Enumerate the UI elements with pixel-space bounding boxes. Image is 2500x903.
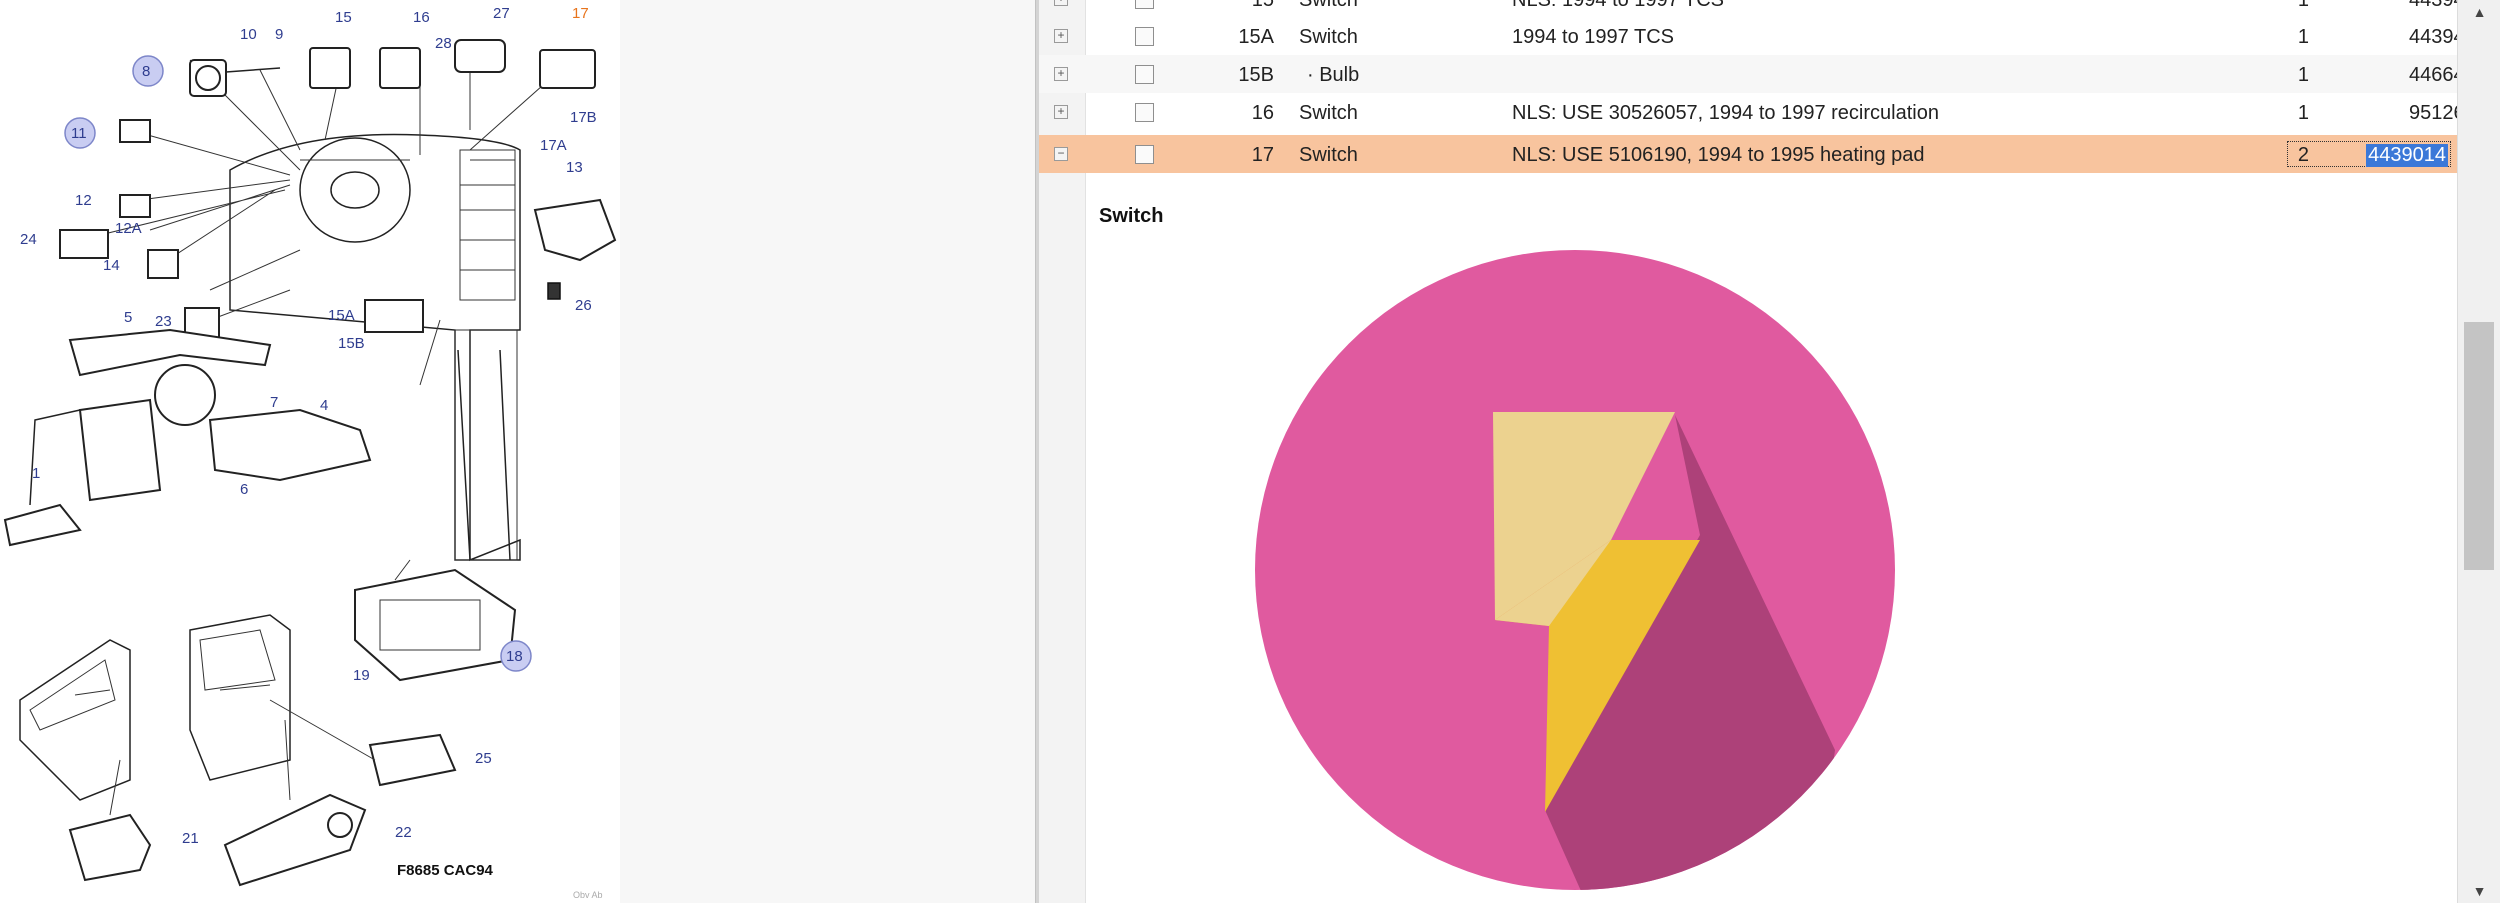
svg-text:25: 25	[475, 750, 492, 767]
svg-text:8: 8	[142, 63, 150, 80]
row-ref: 15A	[1238, 26, 1274, 48]
row-desc: Switch	[1299, 26, 1358, 48]
svg-text:28: 28	[435, 35, 452, 52]
parts-list-panel: + 15 Switch NLS: 1994 to 1997 TCS 1 4439…	[1039, 0, 2457, 903]
part-no-text[interactable]: 4439014	[2366, 144, 2448, 167]
row-part-no[interactable]: 9512690	[2409, 102, 2457, 125]
svg-text:17B: 17B	[570, 109, 597, 126]
table-row[interactable]: + 15A Switch 1994 to 1997 TCS 1 4439477	[1039, 17, 2457, 55]
expand-icon[interactable]: +	[1054, 105, 1068, 119]
vertical-scrollbar[interactable]: ▲ ▼	[2457, 0, 2500, 903]
svg-text:24: 24	[20, 231, 37, 248]
row-checkbox[interactable]	[1135, 0, 1154, 9]
row-qty: 1	[2297, 26, 2309, 48]
steering-wheel-outline	[299, 137, 411, 243]
row-note: 1994 to 1997 TCS	[1512, 26, 1674, 48]
svg-text:10: 10	[240, 26, 257, 43]
svg-text:1: 1	[32, 465, 40, 482]
expand-icon[interactable]: +	[1054, 29, 1068, 43]
exploded-diagram[interactable]: 10 9 15 16 28 27 17 8 17B 17A 13 11 12 1…	[0, 0, 620, 903]
row-part-no[interactable]: 4466439	[2409, 64, 2457, 87]
svg-text:5: 5	[124, 309, 132, 326]
expand-icon[interactable]: +	[1054, 0, 1068, 6]
row-desc: · Bulb	[1307, 64, 1360, 86]
svg-text:15: 15	[335, 9, 352, 26]
row-checkbox[interactable]	[1135, 27, 1154, 46]
row-desc: Switch	[1299, 102, 1358, 124]
detail-title: Switch	[1099, 205, 1164, 227]
row-checkbox[interactable]	[1135, 103, 1154, 122]
svg-text:4: 4	[320, 397, 328, 414]
svg-text:11: 11	[71, 125, 87, 142]
row-part-no-selected[interactable]: 4439014	[2287, 141, 2451, 167]
scroll-up-icon[interactable]: ▲	[2458, 0, 2500, 24]
row-ref: 15	[1251, 0, 1274, 11]
row-part-no[interactable]: 4439485	[2409, 0, 2457, 12]
expand-icon[interactable]: +	[1054, 67, 1068, 81]
row-note: NLS: USE 30526057, 1994 to 1997 recircul…	[1512, 102, 1939, 124]
scroll-down-icon[interactable]: ▼	[2458, 879, 2500, 903]
diagram-code: F8685 CAC94	[397, 862, 494, 879]
svg-text:9: 9	[275, 26, 283, 43]
svg-text:21: 21	[182, 830, 199, 847]
svg-text:7: 7	[270, 394, 278, 411]
diagram-mark: Obv Ab	[573, 890, 603, 900]
svg-text:13: 13	[566, 159, 583, 176]
row-ref: 16	[1251, 102, 1274, 124]
row-qty: 1	[2297, 0, 2309, 11]
diagram-drawing: 10 9 15 16 28 27 17 8 17B 17A 13 11 12 1…	[3, 5, 617, 900]
table-row-selected[interactable]: − 17 Switch NLS: USE 5106190, 1994 to 19…	[1039, 135, 2457, 173]
row-qty: 1	[2297, 64, 2309, 86]
svg-text:6: 6	[240, 481, 248, 498]
dashboard-outline	[229, 133, 521, 562]
svg-text:26: 26	[575, 297, 592, 314]
svg-text:17A: 17A	[540, 137, 567, 154]
lightning-bolt-icon	[1255, 250, 1895, 890]
svg-text:18: 18	[506, 648, 523, 665]
row-ref: 15B	[1238, 64, 1274, 86]
table-row[interactable]: + 16 Switch NLS: USE 30526057, 1994 to 1…	[1039, 93, 2457, 131]
row-qty: 1	[2297, 102, 2309, 124]
svg-text:16: 16	[413, 9, 430, 26]
table-row[interactable]: + 15B · Bulb 1 4466439	[1039, 55, 2457, 93]
svg-text:27: 27	[493, 5, 510, 22]
collapse-icon[interactable]: −	[1054, 147, 1068, 161]
row-checkbox[interactable]	[1135, 65, 1154, 84]
row-part-no[interactable]: 4439477	[2409, 26, 2457, 49]
svg-text:22: 22	[395, 824, 412, 841]
row-desc: Switch	[1299, 144, 1358, 166]
svg-text:12A: 12A	[115, 220, 142, 237]
row-desc: Switch	[1299, 0, 1358, 11]
empty-panel	[620, 0, 1035, 903]
svg-text:14: 14	[103, 257, 120, 274]
svg-text:19: 19	[353, 667, 370, 684]
scroll-thumb[interactable]	[2464, 322, 2494, 570]
svg-text:15A: 15A	[328, 307, 355, 324]
row-note: NLS: USE 5106190, 1994 to 1995 heating p…	[1512, 144, 1925, 166]
table-row[interactable]: + 15 Switch NLS: 1994 to 1997 TCS 1 4439…	[1039, 0, 2457, 18]
row-ref: 17	[1251, 144, 1274, 166]
row-checkbox[interactable]	[1135, 145, 1154, 164]
svg-text:17: 17	[572, 5, 589, 22]
svg-text:23: 23	[155, 313, 172, 330]
svg-text:15B: 15B	[338, 335, 365, 352]
svg-text:12: 12	[75, 192, 92, 209]
row-note: NLS: 1994 to 1997 TCS	[1512, 0, 1724, 11]
